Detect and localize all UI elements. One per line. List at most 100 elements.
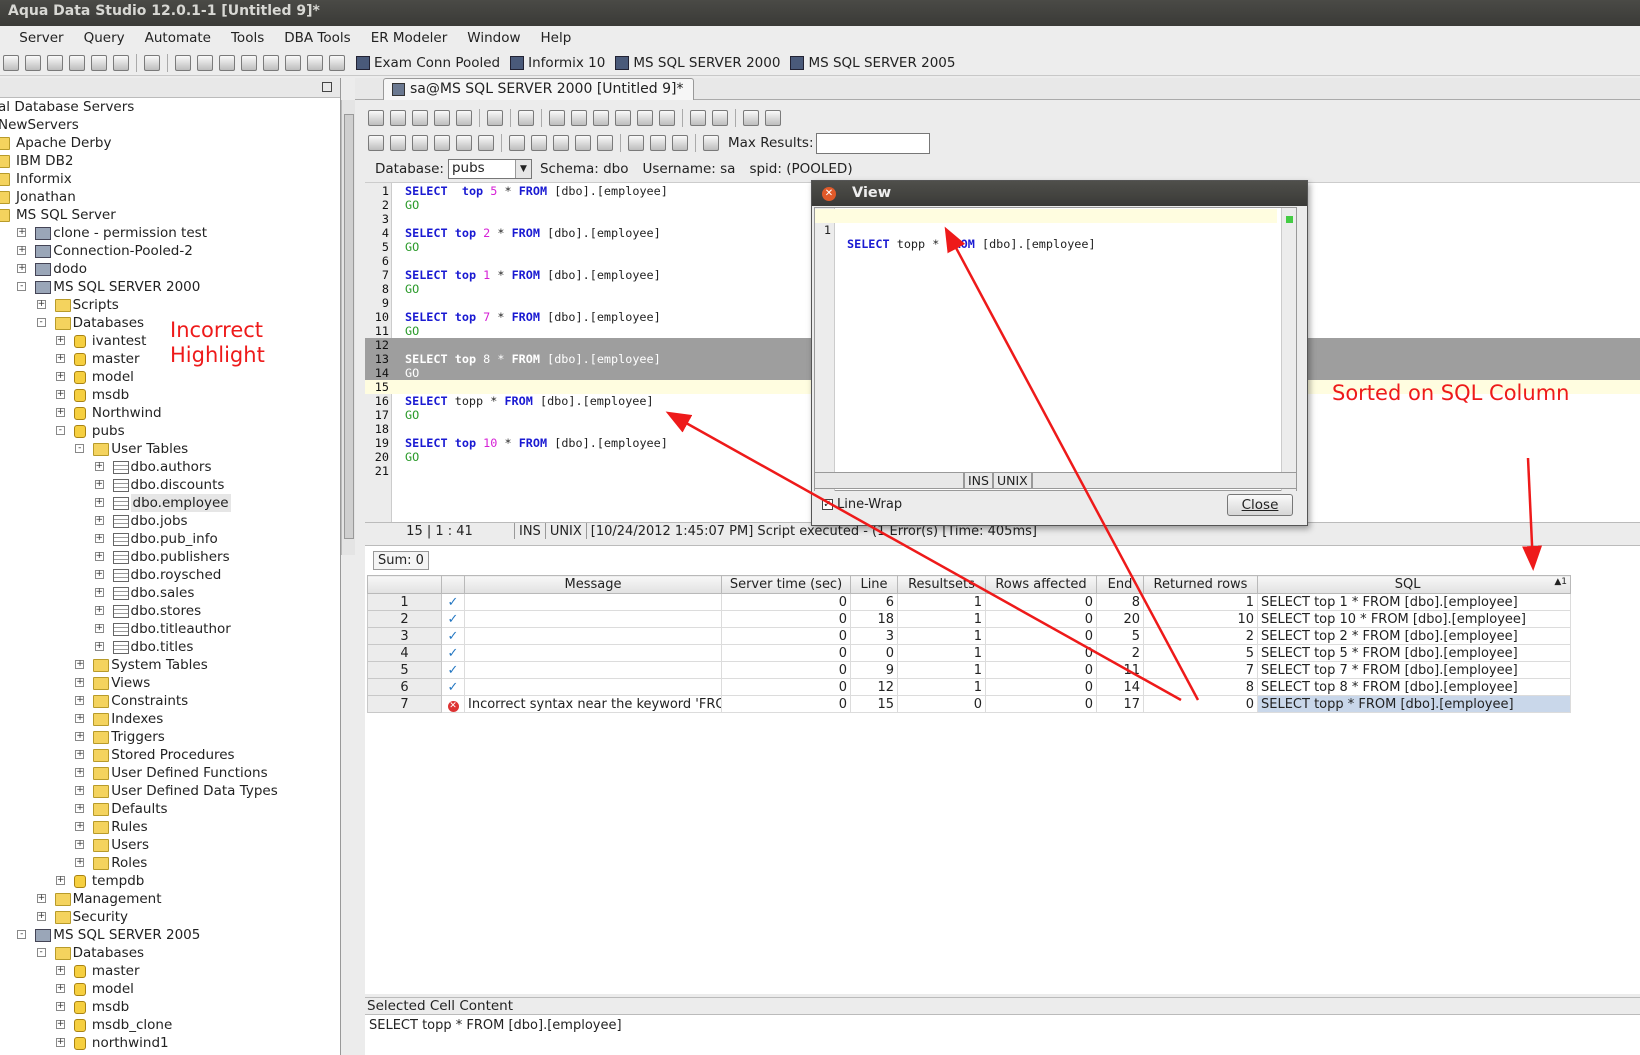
select-icon[interactable] bbox=[549, 110, 565, 126]
end-cell[interactable]: 17 bbox=[1096, 695, 1144, 713]
tree-node[interactable]: Apache Derby bbox=[0, 134, 340, 152]
schema-icon[interactable] bbox=[144, 54, 160, 71]
resultsets-cell[interactable]: 1 bbox=[897, 678, 986, 696]
menu-item[interactable]: Tools bbox=[221, 26, 274, 50]
line-cell[interactable]: 12 bbox=[850, 678, 898, 696]
sql-cell[interactable]: SELECT top 7 * FROM [dbo].[employee] bbox=[1257, 661, 1571, 679]
sql-cell[interactable]: SELECT top 2 * FROM [dbo].[employee] bbox=[1257, 627, 1571, 645]
panel-icon[interactable] bbox=[307, 54, 323, 71]
message-cell[interactable]: Incorrect syntax near the keyword 'FROM'… bbox=[464, 695, 722, 713]
tree-node[interactable]: + master bbox=[0, 962, 340, 980]
end-cell[interactable]: 20 bbox=[1096, 610, 1144, 628]
tree-node[interactable]: + Connection-Pooled-2 bbox=[0, 242, 340, 260]
undo-icon[interactable] bbox=[637, 110, 653, 126]
expand-icon[interactable]: + bbox=[94, 498, 104, 507]
properties-icon[interactable] bbox=[113, 54, 129, 71]
rows-affected-cell[interactable]: 0 bbox=[985, 695, 1097, 713]
expand-icon[interactable]: + bbox=[94, 462, 104, 471]
max-results-input[interactable] bbox=[815, 132, 930, 154]
resultsets-cell[interactable]: 0 bbox=[897, 695, 986, 713]
tree-node[interactable]: + Indexes bbox=[0, 710, 340, 728]
tree-node[interactable]: + Rules bbox=[0, 818, 340, 836]
tree-node[interactable]: + msdb bbox=[0, 386, 340, 404]
collapse-icon[interactable]: - bbox=[17, 930, 27, 939]
table-row[interactable]: 1 ✓ 0 6 1 0 8 1 SELECT top 1 * FROM [dbo].[emplo… bbox=[367, 593, 1571, 611]
menu-item[interactable]: Help bbox=[531, 26, 582, 50]
column-header[interactable]: Resultsets bbox=[897, 575, 986, 594]
message-cell[interactable] bbox=[464, 593, 722, 611]
returned-cell[interactable]: 1 bbox=[1143, 593, 1258, 611]
expand-icon[interactable]: + bbox=[55, 1020, 65, 1029]
server-time-cell[interactable]: 0 bbox=[721, 610, 851, 628]
menu-item[interactable]: ER Modeler bbox=[361, 26, 458, 50]
row-number[interactable]: 6 bbox=[367, 678, 442, 696]
tree-node[interactable]: + dbo.sales bbox=[0, 584, 340, 602]
line-cell[interactable]: 18 bbox=[850, 610, 898, 628]
returned-cell[interactable]: 7 bbox=[1143, 661, 1258, 679]
menu-item[interactable]: Automate bbox=[135, 26, 221, 50]
print-icon[interactable] bbox=[487, 110, 503, 126]
expand-icon[interactable]: + bbox=[94, 642, 104, 651]
tree-node[interactable]: + Roles bbox=[0, 854, 340, 872]
details-view-icon[interactable] bbox=[241, 54, 257, 71]
collapse-icon[interactable]: - bbox=[75, 444, 85, 453]
column-header[interactable]: Rows affected bbox=[985, 575, 1097, 594]
tree-node[interactable]: al Database Servers bbox=[0, 98, 340, 116]
returned-cell[interactable]: 8 bbox=[1143, 678, 1258, 696]
redo-icon[interactable] bbox=[659, 110, 675, 126]
server-time-cell[interactable]: 0 bbox=[721, 678, 851, 696]
tree-node[interactable]: + northwind1 bbox=[0, 1034, 340, 1052]
tree-node[interactable]: - MS SQL SERVER 2005 bbox=[0, 926, 340, 944]
server-time-cell[interactable]: 0 bbox=[721, 627, 851, 645]
tree-node[interactable]: + tempdb bbox=[0, 872, 340, 890]
copy-icon[interactable] bbox=[593, 110, 609, 126]
expand-icon[interactable]: + bbox=[94, 552, 104, 561]
refresh-icon[interactable] bbox=[91, 54, 107, 71]
tree-node[interactable]: + Constraints bbox=[0, 692, 340, 710]
end-cell[interactable]: 14 bbox=[1096, 678, 1144, 696]
table-row[interactable]: 5 ✓ 0 9 1 0 11 7 SELECT top 7 * FROM [dbo].[empl… bbox=[367, 661, 1571, 679]
tree-node[interactable]: + Users bbox=[0, 836, 340, 854]
tree-node[interactable]: + dbo.stores bbox=[0, 602, 340, 620]
sql-cell[interactable]: SELECT top 10 * FROM [dbo].[employee] bbox=[1257, 610, 1571, 628]
bookmark-icon[interactable] bbox=[743, 110, 759, 126]
line-cell[interactable]: 15 bbox=[850, 695, 898, 713]
expand-icon[interactable]: + bbox=[94, 570, 104, 579]
row-number[interactable]: 1 bbox=[367, 593, 442, 611]
column-header[interactable]: Line bbox=[850, 575, 898, 594]
tree-node[interactable]: + dbo.employee bbox=[0, 494, 340, 512]
expand-icon[interactable]: + bbox=[75, 858, 85, 867]
expand-icon[interactable]: + bbox=[75, 678, 85, 687]
message-cell[interactable] bbox=[464, 610, 722, 628]
preview-icon[interactable] bbox=[518, 110, 534, 126]
end-cell[interactable]: 11 bbox=[1096, 661, 1144, 679]
column-header[interactable]: Message bbox=[464, 575, 722, 594]
expand-icon[interactable]: + bbox=[75, 786, 85, 795]
save-icon[interactable] bbox=[412, 110, 428, 126]
expand-icon[interactable]: + bbox=[94, 516, 104, 525]
close-icon[interactable]: ✕ bbox=[822, 187, 836, 201]
expand-icon[interactable]: + bbox=[75, 696, 85, 705]
database-select[interactable]: pubs ▼ bbox=[447, 159, 532, 179]
resultsets-cell[interactable]: 1 bbox=[897, 644, 986, 662]
connect-icon[interactable] bbox=[47, 54, 63, 71]
row-number[interactable]: 2 bbox=[367, 610, 442, 628]
list-view-icon[interactable] bbox=[219, 54, 235, 71]
quick-connect-item[interactable]: Informix 10 bbox=[528, 55, 605, 71]
close-button[interactable]: Close bbox=[1227, 494, 1293, 516]
expand-icon[interactable]: + bbox=[75, 750, 85, 759]
sql-cell[interactable]: SELECT top 1 * FROM [dbo].[employee] bbox=[1257, 593, 1571, 611]
window-icon[interactable] bbox=[263, 54, 279, 71]
save-as-icon[interactable] bbox=[434, 110, 450, 126]
message-cell[interactable] bbox=[464, 661, 722, 679]
line-wrap-checkbox[interactable]: ✓ Line-Wrap bbox=[822, 497, 902, 512]
restore-icon[interactable] bbox=[322, 82, 332, 92]
expand-icon[interactable]: + bbox=[36, 912, 46, 921]
cut-icon[interactable] bbox=[571, 110, 587, 126]
tree-node[interactable]: + dbo.discounts bbox=[0, 476, 340, 494]
view-dialog-editor[interactable]: 1 SELECT topp * FROM [dbo].[employee] bbox=[814, 207, 1297, 491]
tree-node[interactable]: - pubs bbox=[0, 422, 340, 440]
expand-icon[interactable]: + bbox=[94, 534, 104, 543]
expand-icon[interactable]: + bbox=[94, 588, 104, 597]
expand-icon[interactable]: + bbox=[17, 246, 27, 255]
